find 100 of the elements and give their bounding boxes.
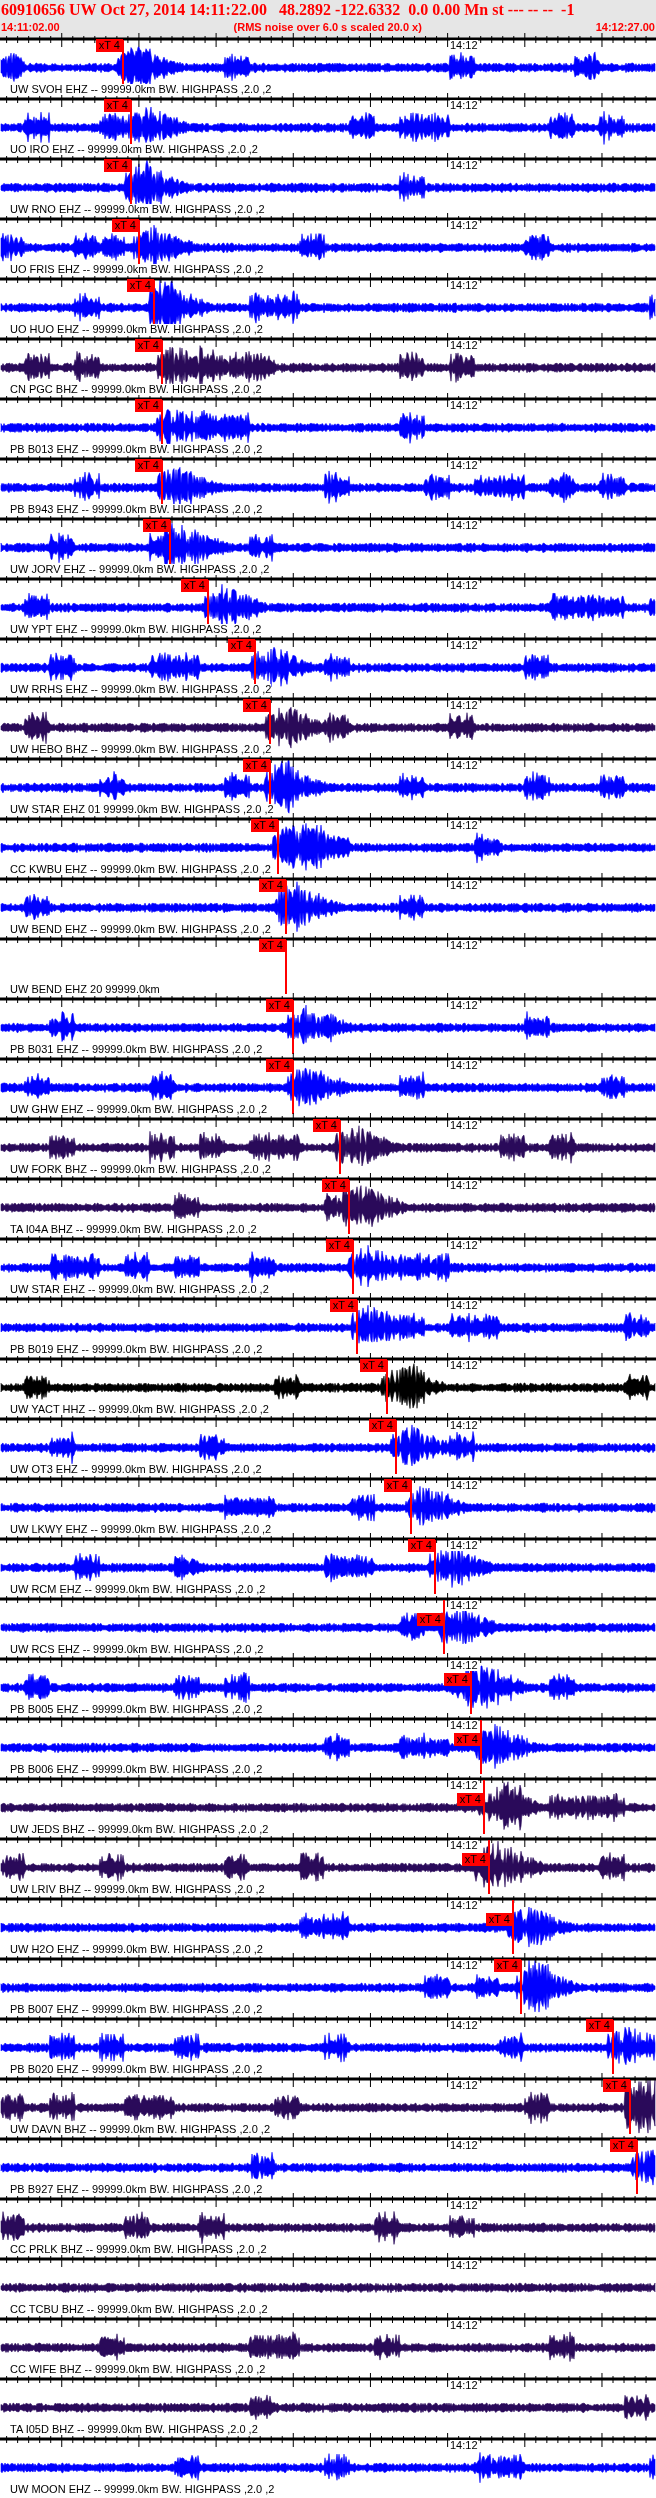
trace-label: TA I05D BHZ -- 99999.0km BW. HIGHPASS ,2.0 ,2 (10, 2424, 258, 2435)
time-tick-label: 14:12 (450, 1600, 478, 1611)
time-tick-label: 14:12 (450, 220, 478, 231)
trace-label: PB B007 EHZ -- 99999.0km BW. HIGHPASS ,2.0 ,2 (10, 2004, 263, 2015)
trace-label: CC WIFE BHZ -- 99999.0km BW. HIGHPASS ,2.0 ,2 (10, 2364, 266, 2375)
pick-label: xT 4 (453, 1733, 481, 1746)
pick-label: xT 4 (602, 2079, 630, 2092)
pick-label: xT 4 (493, 1959, 521, 1972)
trace-label: CC TCBU BHZ -- 99999.0km BW. HIGHPASS ,2.0 ,2 (10, 2304, 268, 2315)
time-tick-label: 14:12 (450, 460, 478, 471)
time-tick-label: 14:12 (450, 1660, 478, 1671)
trace-label: CC PRLK BHZ -- 99999.0km BW. HIGHPASS ,2.0 ,2 (10, 2244, 267, 2255)
trace-label: UW GHW EHZ -- 99999.0km BW. HIGHPASS ,2.0 ,2 (10, 1104, 268, 1115)
trace-label: UW RRHS EHZ -- 99999.0km BW. HIGHPASS ,2.0 ,2 (10, 684, 272, 695)
trace-label: UW H2O EHZ -- 99999.0km BW. HIGHPASS ,2.0 ,2 (10, 1944, 263, 1955)
time-tick-label: 14:12 (450, 1240, 478, 1251)
time-tick-label: 14:12 (450, 1900, 478, 1911)
pick-label: xT 4 (142, 519, 170, 532)
time-tick-label: 14:12 (450, 1780, 478, 1791)
trace-label: UW YACT HHZ -- 99999.0km BW. HIGHPASS ,2.0 ,2 (10, 1404, 269, 1415)
pick-label: xT 4 (180, 579, 208, 592)
trace-label: UW HEBO BHZ -- 99999.0km BW. HIGHPASS ,2.0 ,2 (10, 744, 272, 755)
pick-label: xT 4 (359, 1359, 387, 1372)
time-tick-label: 14:12 (450, 1060, 478, 1071)
time-tick-label: 14:12 (450, 1300, 478, 1311)
pick-label: xT 4 (95, 39, 123, 52)
trace-label: CC KWBU EHZ -- 99999.0km BW. HIGHPASS ,2.0 ,2 (10, 864, 271, 875)
trace-label: UW RCS EHZ -- 99999.0km BW. HIGHPASS ,2.0 ,2 (10, 1644, 264, 1655)
time-tick-label: 14:12 (450, 160, 478, 171)
pick-label: xT 4 (265, 999, 293, 1012)
trace-label: UW STAR EHZ -- 99999.0km BW. HIGHPASS ,2.0 ,2 (10, 1284, 269, 1295)
time-tick-label: 14:12 (450, 640, 478, 651)
pick-label: xT 4 (258, 939, 286, 952)
pick-label: xT 4 (585, 2019, 613, 2032)
time-tick-label: 14:12 (450, 820, 478, 831)
time-tick-label: 14:12 (450, 1540, 478, 1551)
time-tick-label: 14:12 (450, 2260, 478, 2271)
start-time: 14:11:02.00 (1, 20, 60, 34)
pick-label: xT 4 (265, 1059, 293, 1072)
trace-label: PB B013 EHZ -- 99999.0km BW. HIGHPASS ,2.0 ,2 (10, 444, 263, 455)
trace-label: UW YPT EHZ -- 99999.0km BW. HIGHPASS ,2.0 ,2 (10, 624, 262, 635)
trace-label: UW JEDS BHZ -- 99999.0km BW. HIGHPASS ,2.0 ,2 (10, 1824, 269, 1835)
time-tick-label: 14:12 (450, 1120, 478, 1131)
trace-label: UW OT3 EHZ -- 99999.0km BW. HIGHPASS ,2.0 ,2 (10, 1464, 262, 1475)
trace-label: UW JORV EHZ -- 99999.0km BW. HIGHPASS ,2.0 ,2 (10, 564, 270, 575)
time-tick-label: 14:12 (450, 1420, 478, 1431)
pick-label: xT 4 (312, 1119, 340, 1132)
trace-label: UW DAVN BHZ -- 99999.0km BW. HIGHPASS ,2.0 ,2 (10, 2124, 270, 2135)
pick-label: xT 4 (103, 159, 131, 172)
pick-label: xT 4 (443, 1673, 471, 1686)
trace-label: UW MOON EHZ -- 99999.0km BW. HIGHPASS ,2.0 ,2 (10, 2484, 275, 2495)
trace-label: UO HUO EHZ -- 99999.0km BW. HIGHPASS ,2.0 ,2 (10, 324, 263, 335)
trace-label: UW STAR EHZ 01 99999.0km BW. HIGHPASS ,2.0 ,2 (10, 804, 274, 815)
pick-label: xT 4 (103, 99, 131, 112)
pick-label: xT 4 (242, 759, 270, 772)
pick-label: xT 4 (325, 1239, 353, 1252)
time-tick-label: 14:12 (450, 940, 478, 951)
trace-label: PB B019 EHZ -- 99999.0km BW. HIGHPASS ,2.0 ,2 (10, 1344, 263, 1355)
pick-label: xT 4 (111, 219, 139, 232)
trace-label: UW SVOH EHZ -- 99999.0km BW. HIGHPASS ,2.0 ,2 (10, 84, 272, 95)
time-tick-label: 14:12 (450, 1480, 478, 1491)
trace-label: UW LRIV BHZ -- 99999.0km BW. HIGHPASS ,2.0 ,2 (10, 1884, 265, 1895)
time-tick-label: 14:12 (450, 1960, 478, 1971)
end-time: 14:12:27.00 (595, 20, 655, 34)
pick-label: xT 4 (383, 1479, 411, 1492)
time-tick-label: 14:12 (450, 760, 478, 771)
time-tick-label: 14:12 (450, 40, 478, 51)
time-tick-label: 14:12 (450, 2380, 478, 2391)
time-tick-label: 14:12 (450, 580, 478, 591)
time-tick-label: 14:12 (450, 880, 478, 891)
pick-label: xT 4 (134, 459, 162, 472)
trace-label: TA I04A BHZ -- 99999.0km BW. HIGHPASS ,2.0 ,2 (10, 1224, 257, 1235)
trace-label: UO FRIS EHZ -- 99999.0km BW. HIGHPASS ,2.0 ,2 (10, 264, 264, 275)
trace-label: PB B943 EHZ -- 99999.0km BW. HIGHPASS ,2.0 ,2 (10, 504, 263, 515)
pick-label: xT 4 (321, 1179, 349, 1192)
trace-label: PB B020 EHZ -- 99999.0km BW. HIGHPASS ,2.0 ,2 (10, 2064, 263, 2075)
time-tick-label: 14:12 (450, 700, 478, 711)
time-tick-label: 14:12 (450, 1840, 478, 1851)
trace-label: PB B005 EHZ -- 99999.0km BW. HIGHPASS ,2.0 ,2 (10, 1704, 263, 1715)
pick-label: xT 4 (416, 1613, 444, 1626)
time-tick-label: 14:12 (450, 2200, 478, 2211)
scaling-note: (RMS noise over 6.0 s scaled 20.0 x) (233, 20, 422, 34)
pick-label: xT 4 (242, 699, 270, 712)
pick-label: xT 4 (329, 1299, 357, 1312)
pick-label: xT 4 (609, 2139, 637, 2152)
time-tick-label: 14:12 (450, 2440, 478, 2451)
time-tick-label: 14:12 (450, 2140, 478, 2151)
time-tick-label: 14:12 (450, 1360, 478, 1371)
time-tick-label: 14:12 (450, 340, 478, 351)
trace-label: PB B031 EHZ -- 99999.0km BW. HIGHPASS ,2.0 ,2 (10, 1044, 263, 1055)
trace-label: UW LKWY EHZ -- 99999.0km BW. HIGHPASS ,2.0 ,2 (10, 1524, 272, 1535)
time-tick-label: 14:12 (450, 100, 478, 111)
trace-label: UW BEND EHZ -- 99999.0km BW. HIGHPASS ,2.0 ,2 (10, 924, 271, 935)
trace-label: UW FORK BHZ -- 99999.0km BW. HIGHPASS ,2.0 ,2 (10, 1164, 271, 1175)
time-tick-label: 14:12 (450, 2320, 478, 2331)
pick-label: xT 4 (485, 1913, 513, 1926)
pick-label: xT 4 (250, 819, 278, 832)
time-tick-label: 14:12 (450, 400, 478, 411)
trace-label: UW RNO EHZ -- 99999.0km BW. HIGHPASS ,2.0 ,2 (10, 204, 265, 215)
trace-label: UW BEND EHZ 20 99999.0km (10, 984, 160, 995)
